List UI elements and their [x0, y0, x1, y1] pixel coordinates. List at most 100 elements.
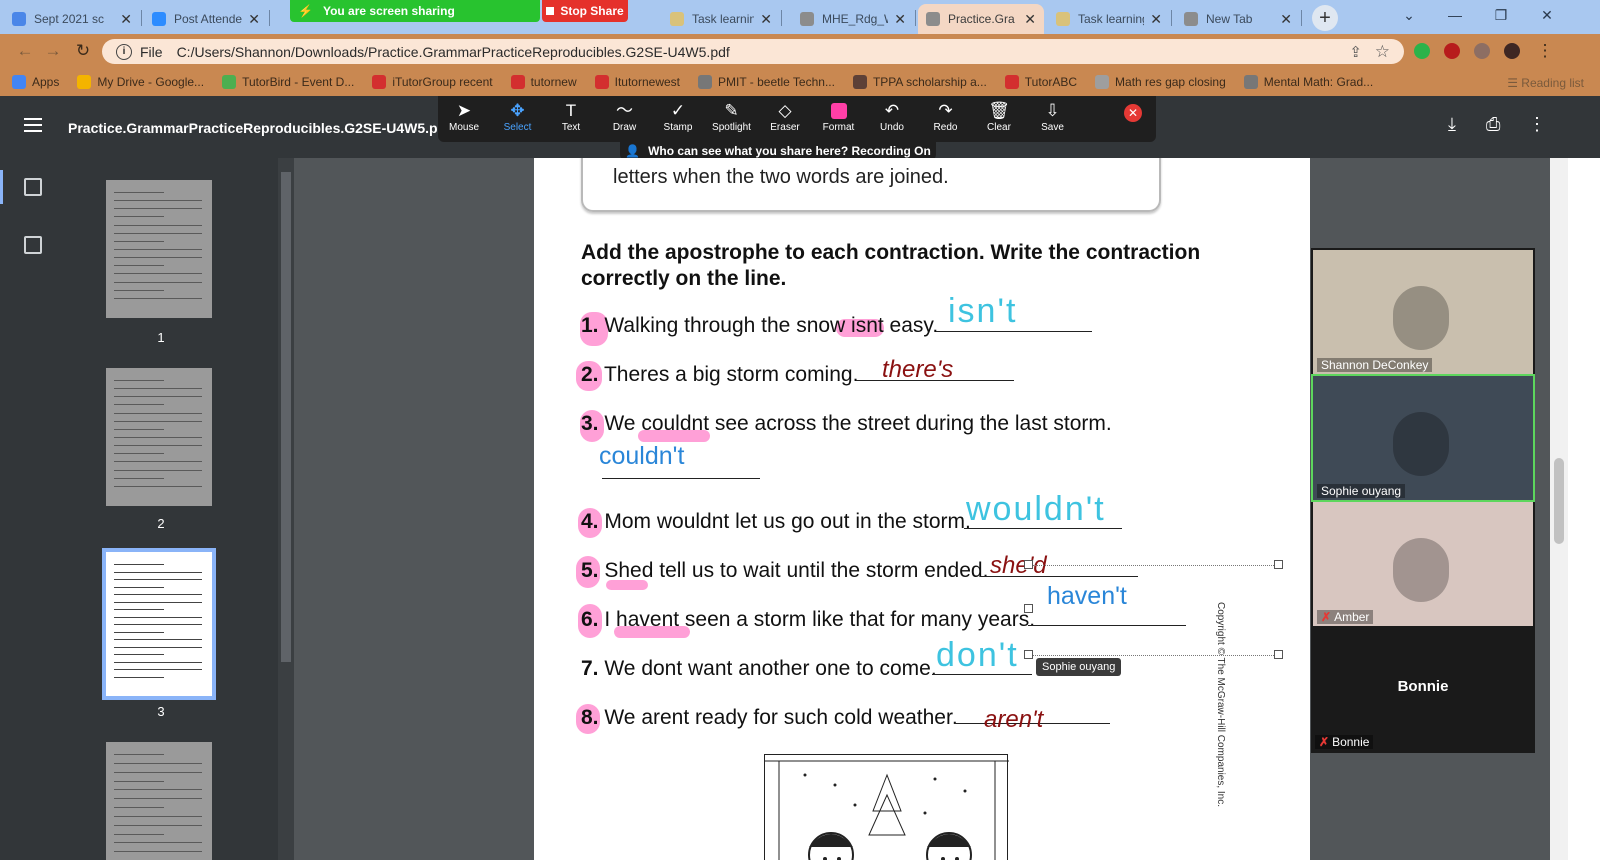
- tool-format-button[interactable]: Format: [813, 100, 865, 133]
- page-thumbnail-2[interactable]: [106, 368, 212, 506]
- thumbnail-line: [114, 404, 164, 406]
- more-options-icon[interactable]: ⋮: [1528, 114, 1546, 135]
- reload-button[interactable]: ↻: [72, 40, 94, 62]
- tab-3[interactable]: Task learning ✕: [662, 4, 780, 34]
- menu-icon[interactable]: [24, 118, 42, 132]
- thumbnail-scrollbar[interactable]: [278, 158, 294, 860]
- star-icon[interactable]: ☆: [1375, 42, 1390, 62]
- tab-7[interactable]: New Tab ✕: [1176, 4, 1300, 34]
- close-tab-icon[interactable]: ✕: [760, 11, 772, 28]
- thumbnail-line: [114, 200, 202, 202]
- page-thumbnail-3[interactable]: [102, 548, 216, 700]
- forward-button[interactable]: →: [42, 40, 64, 62]
- tool-undo-button[interactable]: ↶ Undo: [866, 100, 918, 133]
- thumbnail-panel: 1 2 3: [66, 158, 278, 860]
- close-tab-icon[interactable]: ✕: [894, 11, 906, 28]
- download-icon[interactable]: ⤓: [1448, 114, 1456, 135]
- bookmark-item[interactable]: TutorABC: [1004, 75, 1077, 89]
- bookmark-item[interactable]: TPPA scholarship a...: [852, 75, 987, 89]
- back-button[interactable]: ←: [14, 40, 36, 62]
- tab-label: Sept 2021 sc: [34, 12, 105, 26]
- tab-1[interactable]: Sept 2021 sc ✕: [4, 4, 140, 34]
- tool-clear-button[interactable]: 🗑 Clear: [973, 100, 1025, 133]
- tab-4[interactable]: MHE_Rdg_W ✕: [792, 4, 914, 34]
- close-tab-icon[interactable]: ✕: [1024, 11, 1036, 28]
- tool-mouse-button[interactable]: ➤ Mouse: [438, 100, 490, 133]
- chevron-down-icon: ⌄: [1403, 6, 1415, 23]
- bookmark-item[interactable]: My Drive - Google...: [77, 75, 204, 89]
- selection-handle[interactable]: [1024, 650, 1033, 659]
- close-annotation-button[interactable]: ✕: [1124, 104, 1142, 122]
- video-tile[interactable]: Shannon DeConkey: [1313, 250, 1533, 374]
- bookmark-item[interactable]: PMIT - beetle Techn...: [698, 75, 835, 89]
- tool-text-button[interactable]: T Text: [545, 100, 597, 133]
- selection-handle[interactable]: [1274, 650, 1283, 659]
- page-thumbnail-1[interactable]: [106, 180, 212, 318]
- tool-stamp-button[interactable]: ✓ Stamp: [652, 100, 704, 133]
- close-tab-icon[interactable]: ✕: [1280, 11, 1292, 28]
- bookmark-item[interactable]: tutornew: [510, 75, 577, 89]
- selection-handle[interactable]: [1024, 604, 1033, 613]
- tool-draw-button[interactable]: 〜 Draw: [599, 100, 651, 133]
- close-tab-icon[interactable]: ✕: [248, 11, 260, 28]
- share-page-icon[interactable]: ⇪: [1349, 43, 1362, 61]
- bookmark-item[interactable]: Itutornewest: [594, 75, 680, 89]
- question-8: 8. We arent ready for such cold weather.: [581, 706, 958, 729]
- video-tile[interactable]: ✗ Amber: [1313, 502, 1533, 626]
- address-bar[interactable]: i File C:/Users/Shannon/Downloads/Practi…: [102, 39, 1404, 64]
- page-thumbnail-4[interactable]: [106, 742, 212, 860]
- bookmark-label: Itutornewest: [614, 75, 680, 89]
- minimize-button[interactable]: —: [1432, 0, 1478, 30]
- selection-handle[interactable]: [1274, 560, 1283, 569]
- tab-bar: Sept 2021 sc ✕ Post Attende ✕ Task learning ✕…: [0, 0, 1600, 34]
- selection-handle[interactable]: [1024, 560, 1033, 569]
- thumbnail-line: [114, 396, 202, 398]
- profile-avatar[interactable]: [1504, 43, 1520, 59]
- ublock-icon[interactable]: [1444, 43, 1460, 59]
- tool-eraser-button[interactable]: ◇ Eraser: [759, 100, 811, 133]
- bookmark-item[interactable]: Mental Math: Grad...: [1243, 75, 1373, 89]
- bookmark-item[interactable]: Math res gap closing: [1095, 75, 1226, 89]
- tool-select-button[interactable]: ✥ Select: [492, 100, 544, 133]
- browser-menu-button[interactable]: ⋮: [1534, 40, 1556, 62]
- reading-list-button[interactable]: ☰ Reading list: [1507, 76, 1584, 90]
- close-tab-icon[interactable]: ✕: [120, 11, 132, 28]
- extension-icon[interactable]: [1414, 43, 1430, 59]
- close-tab-icon[interactable]: ✕: [1150, 11, 1162, 28]
- new-tab-button[interactable]: +: [1312, 5, 1338, 31]
- answer-7: don't: [936, 636, 1019, 674]
- tab-search-button[interactable]: ⌄: [1386, 0, 1432, 30]
- thumbnail-line: [114, 631, 164, 633]
- tool-redo-button[interactable]: ↷ Redo: [920, 100, 972, 133]
- bookmark-item[interactable]: Apps: [12, 75, 59, 89]
- bookmark-icon: [12, 75, 26, 89]
- restore-button[interactable]: ❐: [1478, 0, 1524, 30]
- answer-1: isn't: [948, 292, 1018, 330]
- annotation-toolbar: ➤ Mouse ✥ Select T Text 〜 Draw ✓ Stamp ✎ Spotlight ◇…: [438, 96, 1156, 142]
- video-tile[interactable]: Sophie ouyang: [1311, 374, 1535, 502]
- thumbnail-line: [114, 445, 202, 447]
- tool-spotlight-button[interactable]: ✎ Spotlight: [706, 100, 758, 133]
- tab-5[interactable]: Practice.Gra ✕: [918, 4, 1044, 34]
- close-window-button[interactable]: ✕: [1524, 0, 1570, 30]
- outline-icon[interactable]: [24, 236, 42, 254]
- video-gallery: Shannon DeConkey Sophie ouyang ✗ Amber Bonni…: [1311, 248, 1535, 753]
- tool-save-button[interactable]: ⇩ Save: [1027, 100, 1079, 133]
- tab-label: Task learning: [692, 12, 755, 26]
- print-icon[interactable]: ⎙: [1486, 114, 1500, 135]
- page-scrollbar[interactable]: [1550, 158, 1568, 860]
- bookmark-icon: [698, 75, 712, 89]
- question-5: 5. Shed tell us to wait until the storm …: [581, 559, 989, 582]
- bookmark-item[interactable]: iTutorGroup recent: [372, 75, 493, 89]
- thumbnails-icon[interactable]: [24, 178, 42, 196]
- question-4: 4. Mom wouldnt let us go out in the stor…: [581, 510, 971, 533]
- bookmark-item[interactable]: TutorBird - Event D...: [222, 75, 354, 89]
- bookmark-label: iTutorGroup recent: [392, 75, 493, 89]
- tab-2[interactable]: Post Attende ✕: [144, 4, 268, 34]
- stop-share-button[interactable]: Stop Share: [542, 0, 628, 22]
- answer-6: haven't: [1047, 582, 1127, 610]
- thumbnail-line: [114, 477, 164, 479]
- thumbnail-line: [114, 676, 164, 678]
- puzzle-icon[interactable]: [1474, 43, 1490, 59]
- tab-6[interactable]: Task learning ✕: [1048, 4, 1170, 34]
